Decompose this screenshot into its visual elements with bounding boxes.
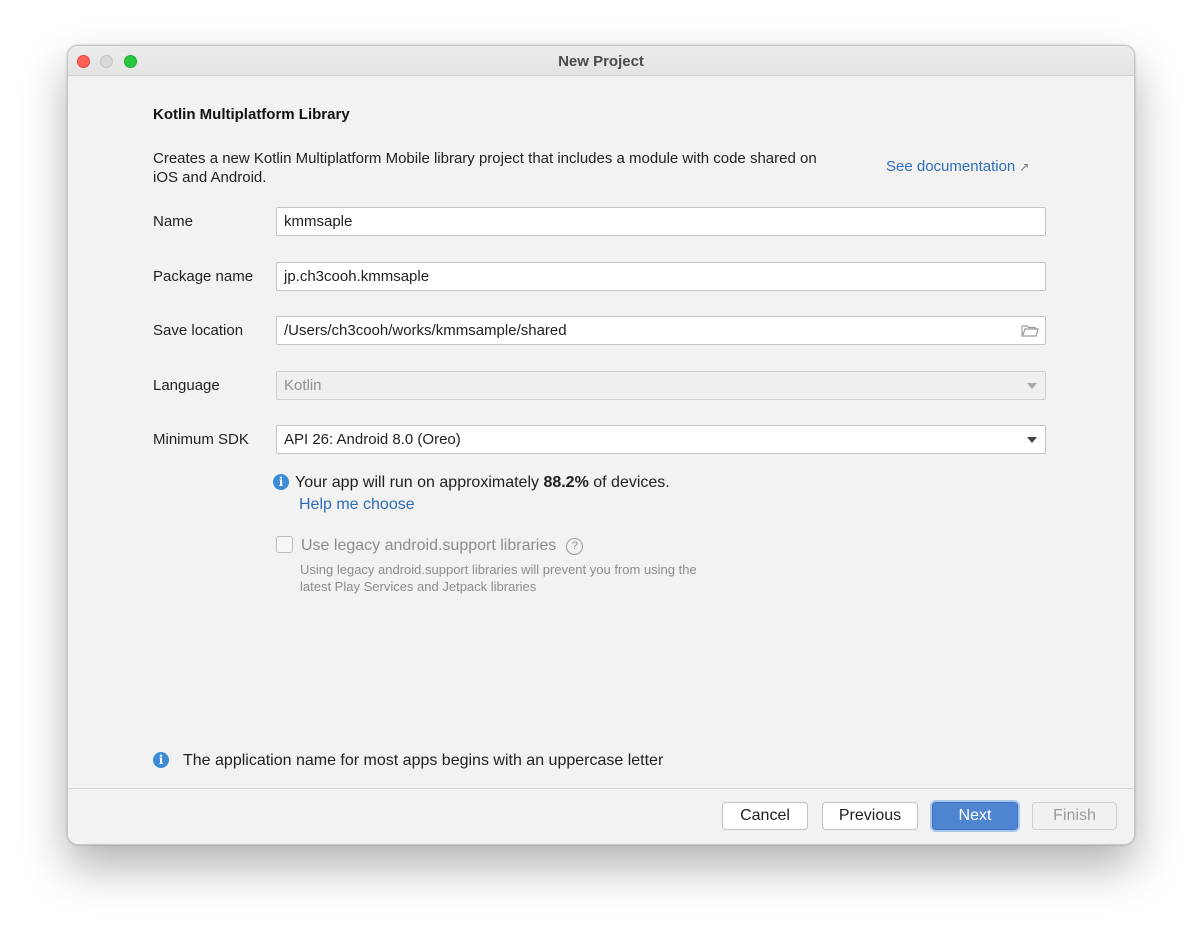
legacy-support-hint: Using legacy android.support libraries w… bbox=[300, 562, 697, 594]
sdk-coverage-prefix: Your app will run on approximately bbox=[295, 474, 544, 491]
new-project-dialog: New Project Kotlin Multiplatform Library… bbox=[67, 45, 1135, 845]
template-description: Creates a new Kotlin Multiplatform Mobil… bbox=[153, 150, 817, 186]
name-field[interactable] bbox=[276, 207, 1046, 236]
language-label: Language bbox=[153, 377, 220, 394]
cancel-button[interactable]: Cancel bbox=[722, 802, 808, 830]
help-question-icon[interactable]: ? bbox=[566, 538, 584, 555]
external-link-icon: ↗ bbox=[1019, 160, 1030, 174]
title-bar[interactable]: New Project bbox=[68, 46, 1134, 76]
see-documentation-link[interactable]: See documentation ↗ bbox=[886, 158, 1029, 175]
language-value: Kotlin bbox=[284, 377, 322, 394]
package-name-label: Package name bbox=[153, 268, 254, 285]
save-location-value: /Users/ch3cooh/works/kmmsample/shared bbox=[284, 322, 567, 339]
minimum-sdk-value: API 26: Android 8.0 (Oreo) bbox=[284, 431, 461, 448]
legacy-support-option: Use legacy android.support libraries? bbox=[276, 536, 584, 555]
save-location-field[interactable]: /Users/ch3cooh/works/kmmsample/shared bbox=[276, 316, 1046, 345]
save-location-label: Save location bbox=[153, 322, 244, 339]
template-heading: Kotlin Multiplatform Library bbox=[153, 106, 350, 123]
sdk-coverage-suffix: of devices. bbox=[588, 474, 670, 491]
folder-browse-icon[interactable] bbox=[1021, 323, 1039, 338]
see-documentation-label: See documentation bbox=[886, 158, 1016, 175]
legacy-support-label: Use legacy android.support libraries bbox=[301, 537, 557, 554]
info-icon: i bbox=[153, 752, 169, 768]
chevron-down-icon bbox=[1027, 383, 1037, 389]
help-me-choose-link[interactable]: Help me choose bbox=[299, 496, 415, 514]
window-title: New Project bbox=[558, 53, 644, 70]
finish-button: Finish bbox=[1032, 802, 1117, 830]
next-button[interactable]: Next bbox=[932, 802, 1018, 830]
minimum-sdk-select[interactable]: API 26: Android 8.0 (Oreo) bbox=[276, 425, 1046, 454]
legacy-support-checkbox bbox=[276, 536, 293, 553]
dialog-footer: Cancel Previous Next Finish bbox=[68, 788, 1134, 844]
chevron-down-icon bbox=[1027, 437, 1037, 443]
name-label: Name bbox=[153, 213, 194, 230]
package-name-field[interactable] bbox=[276, 262, 1046, 291]
sdk-coverage-percentage: 88.2% bbox=[543, 474, 589, 491]
dialog-content: Kotlin Multiplatform Library Creates a n… bbox=[68, 76, 1134, 789]
validation-message: i The application name for most apps begi… bbox=[153, 752, 663, 770]
language-select: Kotlin bbox=[276, 371, 1046, 400]
previous-button[interactable]: Previous bbox=[822, 802, 918, 830]
sdk-coverage-info: i Your app will run on approximately 88.2… bbox=[273, 474, 670, 492]
info-icon: i bbox=[273, 474, 289, 490]
minimum-sdk-label: Minimum SDK bbox=[153, 431, 249, 448]
validation-message-text: The application name for most apps begin… bbox=[183, 752, 664, 769]
